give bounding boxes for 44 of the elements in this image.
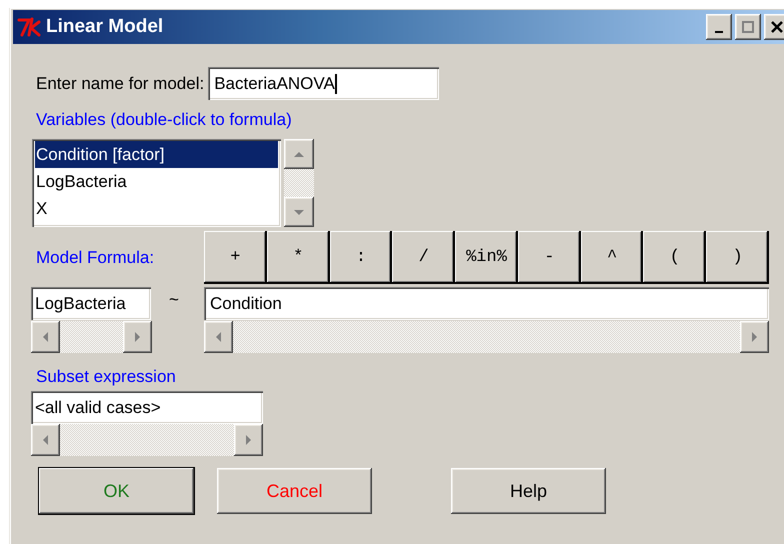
- maximize-button[interactable]: [735, 14, 761, 40]
- right-arrow-icon: [246, 435, 251, 445]
- list-item[interactable]: X: [35, 195, 278, 222]
- close-icon: [771, 21, 783, 33]
- input-field[interactable]: <all valid cases>: [31, 391, 263, 424]
- horizontal-scrollbar[interactable]: [204, 321, 769, 353]
- operator-button[interactable]: :: [330, 231, 392, 284]
- field-label: Enter name for model:: [36, 74, 204, 94]
- vertical-scrollbar[interactable]: [284, 139, 314, 227]
- list-item[interactable]: Condition [factor]: [35, 141, 278, 168]
- left-arrow-icon: [43, 435, 48, 445]
- down-arrow-icon: [294, 210, 304, 214]
- list-item[interactable]: LogBacteria: [35, 168, 278, 195]
- operator-button[interactable]: -: [518, 231, 581, 284]
- right-arrow-icon: [752, 332, 757, 342]
- operator-button[interactable]: ^: [580, 231, 644, 284]
- operator-button[interactable]: +: [204, 231, 267, 284]
- operator-button[interactable]: %in%: [455, 231, 518, 284]
- input-field[interactable]: Condition: [204, 287, 769, 320]
- section-label: Variables (double-click to formula): [36, 110, 292, 130]
- operator-button[interactable]: (: [643, 231, 706, 284]
- section-label: Model Formula:: [36, 248, 156, 268]
- dialog-button[interactable]: OK: [39, 468, 194, 514]
- window-title: Linear Model: [46, 16, 164, 38]
- left-arrow-icon: [43, 332, 48, 342]
- operator-button[interactable]: /: [392, 231, 456, 284]
- section-label: Subset expression: [36, 367, 176, 387]
- minimize-button[interactable]: [706, 14, 732, 40]
- tilde-symbol: ~: [169, 290, 179, 310]
- feather-logo-icon: [17, 16, 43, 38]
- right-arrow-icon: [135, 332, 140, 342]
- left-arrow-icon: [216, 332, 221, 342]
- maximize-icon: [742, 21, 754, 33]
- close-button[interactable]: [764, 14, 784, 40]
- operator-button[interactable]: *: [266, 231, 330, 284]
- input-field[interactable]: LogBacteria: [31, 287, 151, 320]
- minimize-icon: [715, 31, 723, 33]
- operator-button[interactable]: ): [706, 231, 770, 284]
- input-field[interactable]: BacteriaANOVA: [208, 67, 440, 100]
- horizontal-scrollbar[interactable]: [31, 321, 152, 353]
- up-arrow-icon: [294, 152, 304, 156]
- variable-list[interactable]: Condition [factor] LogBacteria X: [32, 139, 281, 227]
- horizontal-scrollbar[interactable]: [31, 424, 263, 456]
- dialog-button[interactable]: Help: [451, 468, 606, 514]
